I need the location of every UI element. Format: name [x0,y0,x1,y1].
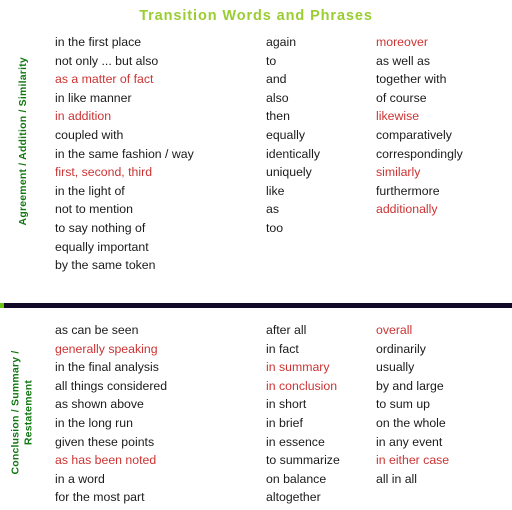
transition-term: in the long run [55,415,133,430]
transition-term: in the light of [55,183,125,198]
transition-term: given these points [55,434,155,449]
transition-term: ordinarily [376,341,426,356]
transition-term: altogether [266,490,321,505]
transition-term: equally [266,127,305,142]
transition-term: likewise [376,109,420,124]
word-column-2: again to and also then equally identically uniq… [266,33,320,238]
transition-term: in the same fashion / way [55,146,194,161]
word-column-4: as can be seen generally speaking in the f… [55,321,167,507]
transition-term: in conclusion [266,378,338,393]
transition-term: after all [266,323,307,337]
transition-term: again [266,35,297,49]
word-column-6: overall ordinarily usually by and large to s… [376,321,449,488]
transition-term: in essence [266,434,325,449]
transition-term: by and large [376,378,444,393]
transition-term: in fact [266,341,299,356]
transition-term: equally important [55,239,149,254]
transition-term: in brief [266,415,303,430]
transition-term: correspondingly [376,146,463,161]
transition-term: furthermore [376,183,440,198]
transition-term: generally speaking [55,341,158,356]
transition-term: on the whole [376,415,446,430]
transition-term: similarly [376,165,421,180]
transition-term: coupled with [55,127,124,142]
transition-term: comparatively [376,127,452,142]
transition-term: in the final analysis [55,360,159,375]
section-divider [0,303,512,308]
transition-term: of course [376,90,427,105]
word-column-5: after all in fact in summary in conclusion i… [266,321,340,507]
transition-term: in addition [55,109,112,124]
transition-term: for the most part [55,490,145,505]
transition-term: as can be seen [55,323,139,337]
transition-term: in a word [55,471,105,486]
transition-term: together with [376,72,447,87]
transition-term: also [266,90,289,105]
transition-term: as [266,202,279,217]
transition-term: all in all [376,471,418,486]
transition-term: uniquely [266,165,312,180]
transition-term: additionally [376,202,438,217]
transition-term: then [266,109,290,124]
transition-term: and [266,72,287,87]
transition-term: as shown above [55,397,144,412]
transition-term: to [266,53,277,68]
transition-term: not only ... but also [55,53,159,68]
transition-term: as has been noted [55,453,157,468]
transition-term: moreover [376,35,428,49]
word-column-3: moreover as well as together with of course… [376,33,463,219]
transition-term: in either case [376,453,450,468]
transition-term: like [266,183,285,198]
transition-term: to summarize [266,453,340,468]
transition-term: usually [376,360,415,375]
category-label-agreement-addition-similarity: Agreement / Addition / Similarity [16,57,29,226]
transition-term: not to mention [55,202,133,217]
transition-term: first, second, third [55,165,153,180]
transition-term: as a matter of fact [55,72,154,87]
transition-term: in any event [376,434,443,449]
transition-term: on balance [266,471,327,486]
transition-term: in the first place [55,35,142,49]
transition-term: as well as [376,53,430,68]
divider-accent-cap [0,303,4,308]
transition-term: overall [376,323,413,337]
category-label-conclusion-summary-restatement: Conclusion / Summary / Restatement [9,350,35,475]
transition-term: to say nothing of [55,220,146,235]
transition-term: identically [266,146,320,161]
transition-term: in like manner [55,90,132,105]
page-title: Transition Words and Phrases [139,8,373,24]
transition-words-sheet: Transition Words and Phrases Agreement /… [0,0,512,510]
transition-term: too [266,220,284,235]
word-column-1: in the first place not only ... but also a… [55,33,194,275]
transition-term: in short [266,397,307,412]
transition-term: to sum up [376,397,430,412]
transition-term: in summary [266,360,330,375]
transition-term: by the same token [55,258,156,273]
transition-term: all things considered [55,378,168,393]
